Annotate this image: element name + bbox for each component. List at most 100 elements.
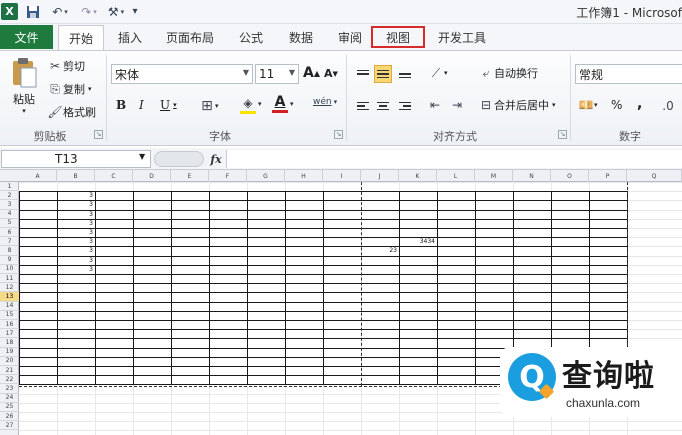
- row-header-10[interactable]: 10: [0, 265, 19, 274]
- align-center-button[interactable]: [374, 97, 392, 115]
- row-header-16[interactable]: 16: [0, 320, 19, 330]
- column-header-p[interactable]: P: [589, 170, 627, 182]
- column-header-n[interactable]: N: [513, 170, 551, 182]
- qat-menu-icon[interactable]: ▾: [130, 3, 140, 20]
- copy-button[interactable]: ⎘ 复制 ▾: [47, 81, 91, 97]
- row-header-11[interactable]: 11: [0, 274, 19, 284]
- insert-function-icon[interactable]: fx: [207, 150, 225, 168]
- column-header-d[interactable]: D: [133, 170, 171, 182]
- cell-b6[interactable]: 3: [57, 229, 93, 236]
- cell-b5[interactable]: 3: [57, 220, 93, 227]
- row-header-24[interactable]: 24: [0, 394, 19, 403]
- cell-j8[interactable]: 23: [361, 247, 397, 254]
- chevron-down-icon[interactable]: ▼: [139, 152, 145, 161]
- tab-review[interactable]: 审阅: [327, 25, 373, 49]
- row-header-2[interactable]: 2: [0, 191, 19, 201]
- tab-insert[interactable]: 插入: [107, 25, 153, 49]
- column-header-l[interactable]: L: [437, 170, 475, 182]
- cell-k7[interactable]: 3434: [399, 238, 435, 245]
- comma-style-button[interactable]: ,: [637, 96, 642, 112]
- row-header-12[interactable]: 12: [0, 283, 19, 293]
- cell-b7[interactable]: 3: [57, 238, 93, 245]
- row-header-13[interactable]: 13: [0, 292, 19, 302]
- fill-color-dropdown[interactable]: ▾: [258, 100, 262, 108]
- shrink-font-button[interactable]: A ▼: [324, 67, 338, 80]
- column-header-g[interactable]: G: [247, 170, 285, 182]
- align-left-button[interactable]: [354, 97, 372, 115]
- underline-button[interactable]: U ▾: [160, 98, 177, 112]
- row-header-26[interactable]: 26: [0, 412, 19, 422]
- tab-home[interactable]: 开始: [58, 25, 104, 50]
- row-header-14[interactable]: 14: [0, 302, 19, 311]
- grow-font-button[interactable]: A ▲: [303, 65, 320, 81]
- cut-button[interactable]: ✂ 剪切: [47, 58, 85, 74]
- font-launcher-icon[interactable]: ↘: [334, 130, 343, 139]
- decrease-indent-button[interactable]: ⇤: [427, 97, 443, 113]
- row-header-7[interactable]: 7: [0, 237, 19, 247]
- column-header-o[interactable]: O: [551, 170, 589, 182]
- tab-developer[interactable]: 开发工具: [430, 25, 494, 49]
- column-header-c[interactable]: C: [95, 170, 133, 182]
- font-name-select[interactable]: 宋体 ▼: [111, 64, 253, 84]
- row-header-4[interactable]: 4: [0, 210, 19, 219]
- row-header-21[interactable]: 21: [0, 366, 19, 376]
- merge-center-button[interactable]: ⊟ 合并后居中 ▾: [478, 97, 556, 113]
- wrap-text-button[interactable]: ⤶ 自动换行: [478, 65, 538, 81]
- font-color-button[interactable]: A: [272, 94, 288, 113]
- save-icon[interactable]: [24, 3, 41, 20]
- row-header-19[interactable]: 19: [0, 348, 19, 357]
- column-header-h[interactable]: H: [285, 170, 323, 182]
- cell-b3[interactable]: 3: [57, 201, 93, 208]
- increase-indent-button[interactable]: ⇥: [449, 97, 465, 113]
- row-header-6[interactable]: 6: [0, 228, 19, 238]
- fill-color-button[interactable]: ◈: [240, 95, 256, 114]
- row-header-3[interactable]: 3: [0, 200, 19, 210]
- alignment-launcher-icon[interactable]: ↘: [558, 130, 567, 139]
- cell-b4[interactable]: 3: [57, 211, 93, 218]
- cell-b8[interactable]: 3: [57, 247, 93, 254]
- row-header-18[interactable]: 18: [0, 338, 19, 348]
- font-color-dropdown[interactable]: ▾: [290, 100, 294, 108]
- column-header-a[interactable]: A: [19, 170, 57, 182]
- align-top-button[interactable]: [354, 65, 372, 83]
- row-header-8[interactable]: 8: [0, 246, 19, 256]
- column-header-k[interactable]: K: [399, 170, 437, 182]
- cell-b9[interactable]: 3: [57, 257, 93, 264]
- row-header-9[interactable]: 9: [0, 256, 19, 265]
- name-box[interactable]: T13: [1, 150, 151, 168]
- column-header-i[interactable]: I: [323, 170, 361, 182]
- align-bottom-button[interactable]: [396, 65, 414, 83]
- font-size-select[interactable]: 11 ▼: [255, 64, 299, 84]
- column-header-m[interactable]: M: [475, 170, 513, 182]
- column-header-b[interactable]: B: [57, 170, 95, 182]
- borders-button[interactable]: ⊞ ▾: [199, 98, 218, 114]
- align-right-button[interactable]: [396, 97, 414, 115]
- tab-formulas[interactable]: 公式: [228, 25, 274, 49]
- tab-page-layout[interactable]: 页面布局: [158, 25, 222, 49]
- column-header-f[interactable]: F: [209, 170, 247, 182]
- tab-data[interactable]: 数据: [278, 25, 324, 49]
- cell-b10[interactable]: 3: [57, 266, 93, 273]
- column-header-q[interactable]: Q: [627, 170, 682, 182]
- italic-button[interactable]: I: [139, 98, 144, 112]
- column-header-j[interactable]: J: [361, 170, 399, 182]
- name-box-resize-handle[interactable]: [154, 151, 204, 167]
- row-header-17[interactable]: 17: [0, 329, 19, 339]
- redo-icon[interactable]: ↷ ▾: [78, 3, 100, 20]
- row-header-20[interactable]: 20: [0, 357, 19, 366]
- clipboard-launcher-icon[interactable]: ↘: [94, 130, 103, 139]
- cell-b2[interactable]: 3: [57, 192, 93, 199]
- row-header-23[interactable]: 23: [0, 384, 19, 394]
- row-header-1[interactable]: 1: [0, 182, 19, 192]
- percent-style-button[interactable]: %: [611, 98, 622, 112]
- row-header-27[interactable]: 27: [0, 421, 19, 431]
- align-middle-button[interactable]: [374, 65, 392, 83]
- row-header-15[interactable]: 15: [0, 311, 19, 320]
- number-format-select[interactable]: 常规: [575, 64, 682, 84]
- excel-app-icon[interactable]: X: [1, 3, 18, 20]
- column-header-e[interactable]: E: [171, 170, 209, 182]
- increase-decimal-button[interactable]: .0: [660, 98, 676, 114]
- undo-icon[interactable]: ↶ ▾: [48, 3, 72, 20]
- tab-view[interactable]: 视图: [370, 25, 426, 49]
- format-painter-button[interactable]: 🖌 格式刷: [47, 104, 96, 120]
